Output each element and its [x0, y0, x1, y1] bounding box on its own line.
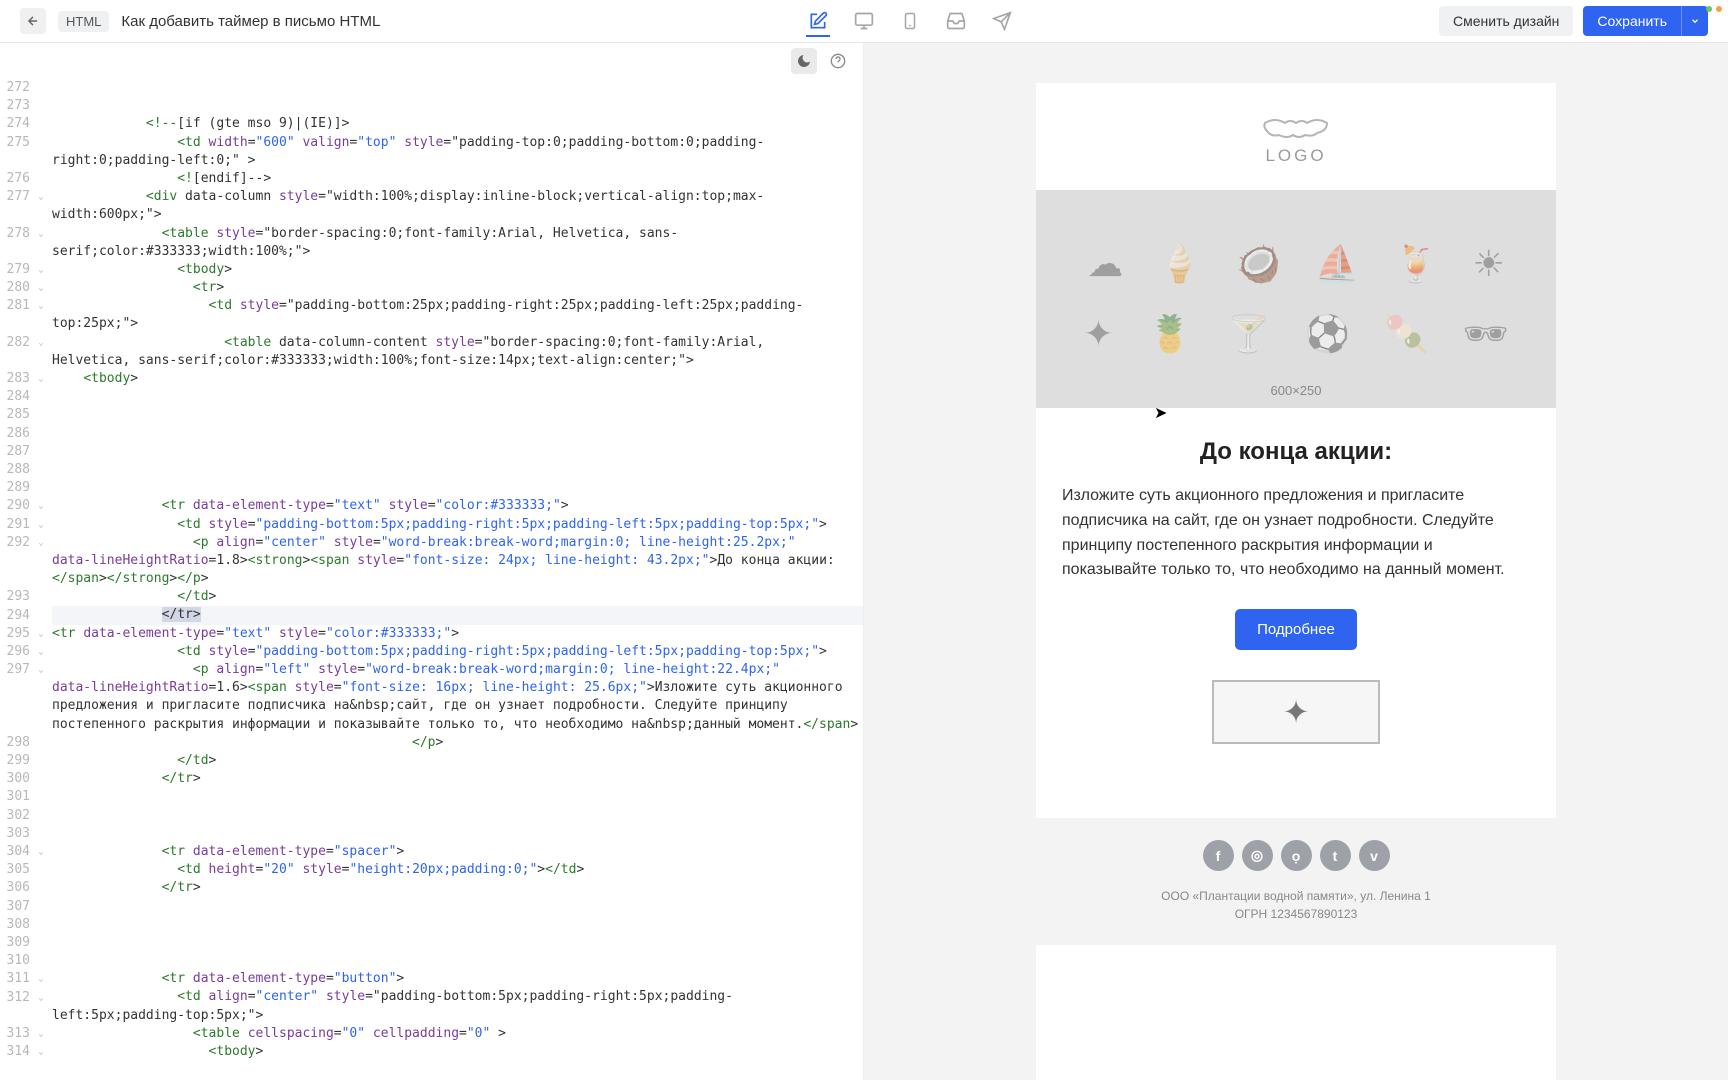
- page-title: Как добавить таймер в письмо HTML: [121, 13, 380, 30]
- back-button[interactable]: [20, 8, 46, 34]
- inbox-icon[interactable]: [944, 9, 968, 33]
- logo-placeholder: LOGO: [1036, 83, 1556, 190]
- cocktail-icon: 🍸: [1226, 313, 1271, 355]
- save-button[interactable]: Сохранить: [1583, 6, 1681, 36]
- instagram-icon[interactable]: ◎: [1242, 840, 1273, 871]
- theme-toggle-icon[interactable]: [791, 48, 817, 74]
- sunglasses-icon: 🕶: [1463, 313, 1509, 355]
- ball-icon: ⚽: [1305, 313, 1350, 355]
- coconut-icon: 🥥: [1236, 243, 1281, 285]
- hero-dimensions-label: 600×250: [1271, 383, 1322, 398]
- code-editor[interactable]: 2722732742752762772782792802812822832842…: [0, 43, 864, 1080]
- footer-company: ООО «Плантации водной памяти», ул. Ленин…: [1036, 887, 1556, 905]
- mail-paragraph: Изложите суть акционного предложения и п…: [1062, 484, 1530, 583]
- mail-heading: До конца акции:: [1062, 438, 1530, 466]
- desktop-preview-icon[interactable]: [852, 9, 876, 33]
- mail-cta-button[interactable]: Подробнее: [1235, 609, 1357, 650]
- timer-placeholder: ✦: [1212, 680, 1380, 744]
- sun-icon: ☀: [1473, 243, 1505, 285]
- icecream-icon: 🍡: [1384, 313, 1429, 355]
- mobile-preview-icon[interactable]: [898, 9, 922, 33]
- ok-icon[interactable]: ọ: [1281, 840, 1312, 871]
- cloud-icon: ☁: [1087, 243, 1123, 285]
- sailboat-icon: ⛵: [1315, 243, 1360, 285]
- help-icon[interactable]: [825, 48, 851, 74]
- starfish-icon: ✦: [1083, 313, 1113, 355]
- hero-image-placeholder: ☁ 🍦 🥥 ⛵ 🍹 ☀ ✦ 🍍 🍸 ⚽ 🍡 🕶 600×250: [1036, 190, 1556, 408]
- footer-ogrn: ОГРН 1234567890123: [1036, 905, 1556, 923]
- pineapple-icon: 🍍: [1148, 313, 1193, 355]
- facebook-icon[interactable]: f: [1203, 840, 1234, 871]
- email-preview: ➤ LOGO ☁ 🍦 🥥 ⛵ 🍹 ☀ ✦: [864, 43, 1728, 1080]
- html-badge: HTML: [58, 11, 109, 32]
- send-icon[interactable]: [990, 9, 1014, 33]
- edit-mode-icon[interactable]: [806, 13, 830, 37]
- twitter-icon[interactable]: t: [1320, 840, 1351, 871]
- save-dropdown[interactable]: [1681, 6, 1708, 36]
- change-design-button[interactable]: Сменить дизайн: [1439, 6, 1573, 36]
- vk-icon[interactable]: v: [1359, 840, 1390, 871]
- popsicle-icon: 🍦: [1157, 243, 1202, 285]
- svg-text:LOGO: LOGO: [1265, 146, 1326, 165]
- drink-icon: 🍹: [1394, 243, 1439, 285]
